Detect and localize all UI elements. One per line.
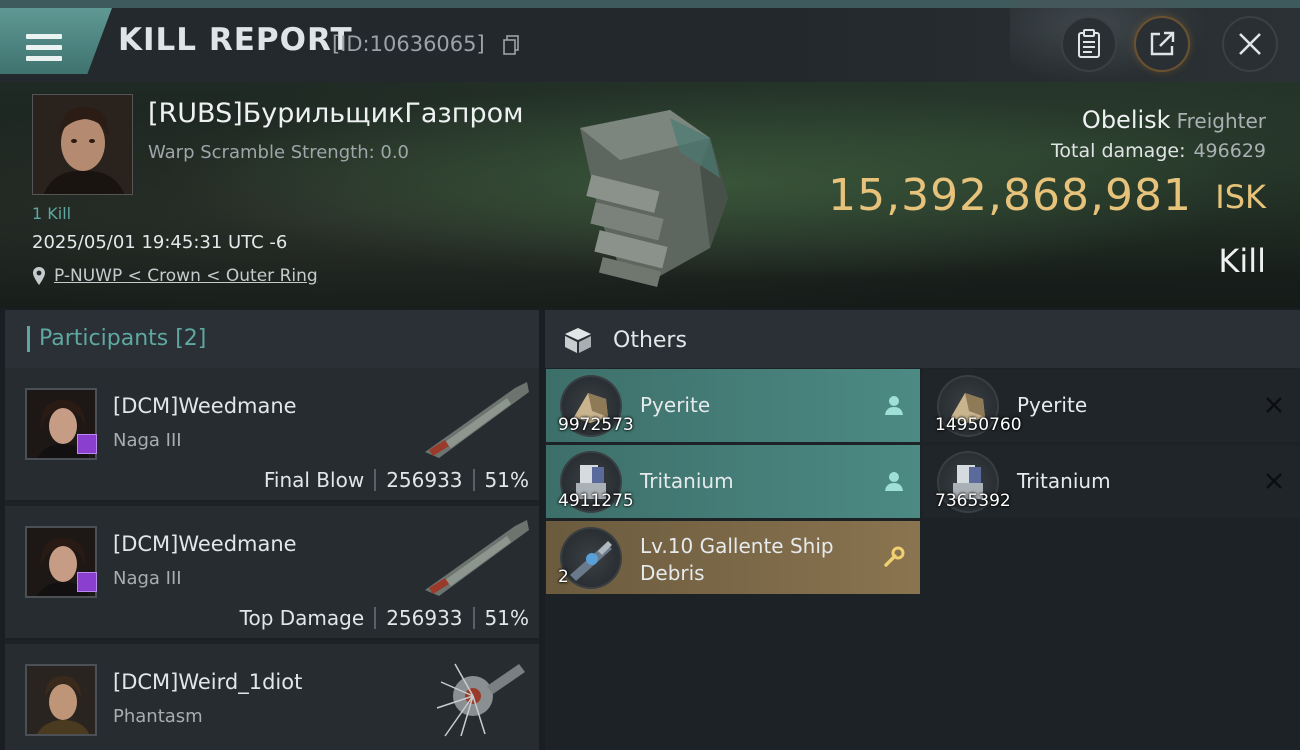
location-pin-icon xyxy=(33,267,45,285)
warp-scramble-strength: Warp Scramble Strength: 0.0 xyxy=(148,142,410,163)
item-row[interactable]: 9972573 Pyerite xyxy=(546,369,920,442)
item-row[interactable]: 4911275 Tritanium xyxy=(546,445,920,518)
item-name: Pyerite xyxy=(640,393,711,417)
others-panel: Others 9972573 Pyerite 14950760 Pyerite … xyxy=(545,310,1300,750)
phantasm-ship-icon xyxy=(436,663,525,737)
participant-damage: 256933 xyxy=(386,468,463,492)
participant-ship: Phantasm xyxy=(113,706,203,727)
person-icon xyxy=(885,396,903,415)
menu-icon xyxy=(26,34,62,62)
victim-name[interactable]: [RUBS]БурильщикГазпром xyxy=(148,98,523,129)
report-id: [ID:10636065] xyxy=(332,32,485,56)
naga-ship-icon xyxy=(425,520,529,596)
isk-value: 15,392,868,981 xyxy=(828,170,1192,221)
others-title: Others xyxy=(613,328,687,353)
corp-badge-icon xyxy=(77,572,97,592)
stat-divider xyxy=(472,469,475,491)
wrench-icon xyxy=(884,546,905,567)
participant-stats: Final Blow 256933 51% xyxy=(264,468,529,492)
share-icon xyxy=(1150,31,1175,56)
participant-row[interactable]: [DCM]Weedmane Naga III Top Damage 256933… xyxy=(5,506,539,640)
kill-timestamp: 2025/05/01 19:45:31 UTC -6 xyxy=(32,232,288,253)
participant-name: [DCM]Weird_1diot xyxy=(113,670,303,694)
participants-header: Participants [2] xyxy=(5,310,539,368)
item-row[interactable]: 14950760 Pyerite xyxy=(923,369,1300,442)
participant-name: [DCM]Weedmane xyxy=(113,394,297,418)
ship-debris-icon xyxy=(560,527,622,589)
item-row[interactable]: 2 Lv.10 Gallente Ship Debris xyxy=(546,521,920,594)
kill-count: 1 Kill xyxy=(32,204,72,223)
clipboard-button[interactable] xyxy=(1061,16,1117,72)
participant-stats: Top Damage 256933 51% xyxy=(240,606,529,630)
ship-name-text: Obelisk xyxy=(1081,106,1171,134)
close-button[interactable] xyxy=(1222,16,1278,72)
participant-role: Top Damage xyxy=(239,606,365,630)
stat-divider xyxy=(472,607,475,629)
participant-name: [DCM]Weedmane xyxy=(113,532,297,556)
total-damage-value: 496629 xyxy=(1193,140,1266,162)
participant-percent: 51% xyxy=(484,606,529,630)
total-damage-label: Total damage: xyxy=(1051,140,1186,162)
participants-title: Participants [2] xyxy=(39,326,207,351)
participant-damage: 256933 xyxy=(386,606,463,630)
item-quantity: 2 xyxy=(558,567,569,587)
participants-panel: Participants [2] [DCM]Weedmane Naga III … xyxy=(5,310,539,750)
destroyed-x-icon xyxy=(1266,397,1282,413)
victim-avatar[interactable] xyxy=(32,94,133,195)
header-bar: KILL REPORT [ID:10636065] xyxy=(0,0,1300,82)
location-link[interactable]: P-NUWP < Crown < Outer Ring xyxy=(54,266,318,286)
victim-ship-image xyxy=(580,110,728,288)
participant-row[interactable]: [DCM]Weird_1diot Phantasm xyxy=(5,644,539,750)
destroyed-x-icon xyxy=(1266,473,1282,489)
item-quantity: 4911275 xyxy=(558,491,634,511)
person-icon xyxy=(885,472,903,491)
naga-ship-icon xyxy=(425,382,529,458)
page-title: KILL REPORT xyxy=(118,22,353,58)
participant-ship: Naga III xyxy=(113,568,182,589)
item-name: Tritanium xyxy=(640,469,734,493)
menu-button[interactable] xyxy=(0,8,112,74)
participant-percent: 51% xyxy=(484,468,529,492)
item-name: Pyerite xyxy=(1017,393,1088,417)
total-damage: Total damage: 496629 xyxy=(1051,140,1266,162)
item-quantity: 7365392 xyxy=(935,491,1011,511)
copy-icon[interactable] xyxy=(503,35,519,55)
victim-banner: [RUBS]БурильщикГазпром Warp Scramble Str… xyxy=(0,82,1300,308)
stat-divider xyxy=(374,469,377,491)
victim-ship-name: Obelisk Freighter xyxy=(1082,106,1266,134)
clipboard-icon xyxy=(1078,29,1100,58)
close-icon xyxy=(1239,33,1261,55)
ship-class: Freighter xyxy=(1176,109,1266,133)
item-name: Tritanium xyxy=(1017,469,1111,493)
isk-unit: ISK xyxy=(1215,178,1266,216)
participant-ship: Naga III xyxy=(113,430,182,451)
participant-role: Final Blow xyxy=(263,468,365,492)
item-quantity: 9972573 xyxy=(558,415,634,435)
item-name: Lv.10 Gallente Ship Debris xyxy=(640,534,834,585)
cargo-box-icon xyxy=(565,328,591,353)
result-label: Kill xyxy=(1218,242,1266,280)
participants-accent-bar xyxy=(27,326,30,352)
participant-avatar xyxy=(25,664,97,736)
item-row[interactable]: 7365392 Tritanium xyxy=(923,445,1300,518)
others-header: Others xyxy=(545,310,1300,368)
participant-row[interactable]: [DCM]Weedmane Naga III Final Blow 256933… xyxy=(5,368,539,502)
share-button[interactable] xyxy=(1134,16,1190,72)
item-quantity: 14950760 xyxy=(935,415,1022,435)
stat-divider xyxy=(374,607,377,629)
corp-badge-icon xyxy=(77,434,97,454)
